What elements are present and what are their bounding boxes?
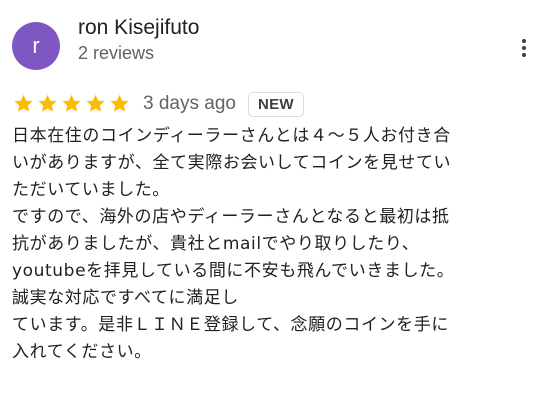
author-review-count: 2 reviews: [78, 43, 155, 63]
star-icon: [60, 93, 83, 115]
star-icon: [108, 93, 131, 115]
review-text-line: 抗がありましたが、貴社とmailでやり取りしたり、: [12, 234, 420, 254]
new-badge: NEW: [247, 91, 304, 117]
review-text-line: youtubeを拝見している間に不安も飛んでいきました。: [12, 261, 455, 281]
review-text-line: ですので、海外の店やディーラーさんとなると最初は抵: [12, 207, 450, 227]
avatar-initial: r: [32, 33, 40, 58]
review-text-line: 誠実な対応ですべてに満足し: [12, 288, 239, 308]
review-header: r ron Kisejifuto 2 reviews: [12, 12, 540, 70]
review-card: r ron Kisejifuto 2 reviews 3 days ago NE…: [0, 0, 548, 419]
avatar[interactable]: r: [12, 22, 60, 70]
star-rating: [12, 93, 131, 115]
review-text-line: いがありますが、全て実際お会いしてコインを見せてい: [12, 153, 452, 173]
star-icon: [36, 93, 59, 115]
star-icon: [12, 93, 35, 115]
review-text: 日本在住のコインディーラーさんとは４～５人お付き合 いがありますが、全て実際お会い…: [12, 123, 542, 366]
star-icon: [84, 93, 107, 115]
review-text-line: 入れてください。: [12, 342, 152, 362]
review-text-line: 日本在住のコインディーラーさんとは４～５人お付き合: [12, 126, 451, 146]
review-text-line: ただいていました。: [12, 180, 170, 200]
more-options-button[interactable]: [512, 32, 536, 64]
review-date: 3 days ago: [143, 93, 236, 114]
more-vert-icon: [522, 39, 526, 43]
review-text-line: ています。是非ＬＩＮＥ登録して、念願のコインを手に: [12, 315, 449, 335]
rating-row: 3 days ago NEW: [12, 88, 540, 120]
author-name[interactable]: ron Kisejifuto: [78, 16, 199, 40]
